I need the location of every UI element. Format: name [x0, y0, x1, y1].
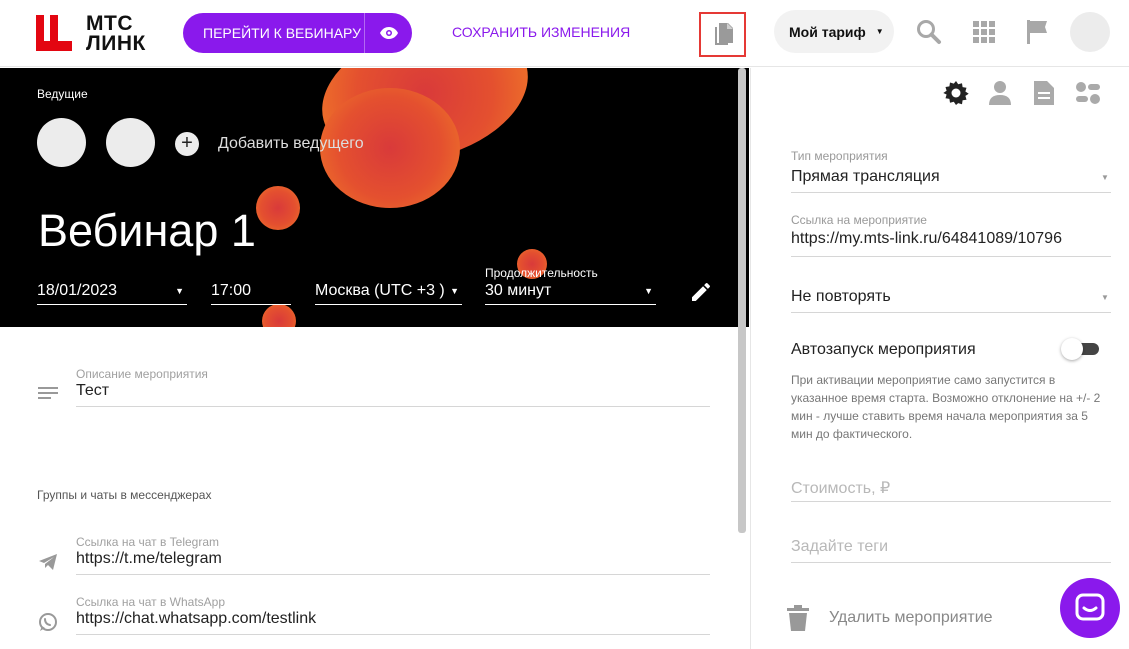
messengers-section-title: Группы и чаты в мессенджерах: [37, 488, 212, 502]
logo-mark: [36, 15, 72, 51]
autostart-hint: При активации мероприятие само запуститс…: [791, 373, 1101, 441]
whatsapp-underline: [76, 634, 710, 635]
telegram-underline: [76, 574, 710, 575]
price-input[interactable]: Стоимость, ₽: [791, 478, 890, 498]
flag-icon: [1027, 20, 1047, 44]
chat-icon: [1075, 593, 1105, 621]
lines-icon: [38, 387, 58, 399]
repeat-underline: [791, 312, 1111, 313]
edit-pencil-icon[interactable]: [689, 280, 713, 304]
duration-select[interactable]: 30 минут ▼: [485, 278, 656, 305]
chevron-down-icon: ▼: [644, 286, 653, 296]
delete-event-button[interactable]: Удалить мероприятие: [787, 605, 993, 631]
plus-icon: +: [175, 132, 199, 156]
go-to-webinar-label: ПЕРЕЙТИ К ВЕБИНАРУ: [203, 25, 361, 41]
description-underline: [76, 406, 710, 407]
timezone-select[interactable]: Москва (UTC +3 ) ▼: [315, 278, 462, 305]
event-link-label: Ссылка на мероприятие: [791, 213, 927, 227]
copy-icon: [714, 22, 733, 45]
telegram-input[interactable]: https://t.me/telegram: [76, 550, 222, 568]
add-host-label: Добавить ведущего: [218, 135, 364, 152]
user-avatar[interactable]: [1070, 12, 1110, 52]
description-input[interactable]: Тест: [76, 382, 109, 400]
left-scrollbar[interactable]: [738, 68, 746, 533]
search-button[interactable]: [915, 18, 943, 46]
whatsapp-label: Ссылка на чат в WhatsApp: [76, 595, 226, 609]
duration-value: 30 минут: [485, 282, 552, 299]
search-icon: [917, 20, 941, 44]
support-chat-button[interactable]: [1060, 578, 1120, 638]
flag-button[interactable]: [1024, 18, 1052, 46]
autostart-toggle[interactable]: [1061, 338, 1101, 360]
event-link-underline: [791, 256, 1111, 257]
autostart-label: Автозапуск мероприятия: [791, 341, 976, 358]
settings-list-icon: [1076, 82, 1100, 104]
date-field[interactable]: 18/01/2023 ▼: [37, 278, 187, 305]
tariff-dropdown[interactable]: Мой тариф ▼: [774, 10, 894, 53]
eye-icon: [379, 27, 398, 39]
save-changes-link[interactable]: СОХРАНИТЬ ИЗМЕНЕНИЯ: [452, 24, 630, 40]
add-host-button[interactable]: + Добавить ведущего: [175, 132, 364, 156]
chevron-down-icon: ▼: [1101, 293, 1109, 302]
delete-event-label: Удалить мероприятие: [829, 609, 993, 626]
logo-line2: ЛИНК: [86, 32, 146, 55]
event-settings-panel: Тип мероприятия Прямая трансляция ▼ Ссыл…: [750, 68, 1129, 649]
preview-button[interactable]: [364, 13, 412, 53]
time-field[interactable]: 17:00: [211, 278, 291, 305]
event-hero-banner: Ведущие + Добавить ведущего Вебинар 1 18…: [0, 68, 749, 327]
apps-button[interactable]: [970, 18, 998, 46]
decorative-blob: [256, 186, 300, 230]
hosts-label: Ведущие: [37, 87, 88, 101]
price-underline: [791, 501, 1111, 502]
event-type-label: Тип мероприятия: [791, 149, 888, 163]
tab-documents[interactable]: [1031, 80, 1057, 106]
chevron-down-icon: ▼: [875, 27, 884, 36]
person-icon: [989, 81, 1011, 105]
repeat-select[interactable]: Не повторять: [791, 288, 891, 306]
host-avatar[interactable]: [106, 118, 155, 167]
time-value: 17:00: [211, 282, 252, 299]
document-icon: [1034, 81, 1054, 105]
event-link-field[interactable]: https://my.mts-link.ru/64841089/10796: [791, 230, 1112, 248]
telegram-icon: [39, 554, 57, 570]
mts-link-logo[interactable]: МТС ЛИНК: [34, 12, 164, 55]
tags-underline: [791, 562, 1111, 563]
apps-grid-icon: [973, 21, 995, 43]
event-title[interactable]: Вебинар 1: [38, 205, 256, 257]
host-avatar[interactable]: [37, 118, 86, 167]
toggle-knob: [1061, 338, 1083, 360]
go-to-webinar-button[interactable]: ПЕРЕЙТИ К ВЕБИНАРУ: [183, 13, 412, 53]
chevron-down-icon: ▼: [450, 286, 459, 296]
tab-settings[interactable]: [943, 80, 969, 106]
tab-options[interactable]: [1075, 80, 1101, 106]
chevron-down-icon: ▼: [175, 286, 184, 296]
event-type-select[interactable]: Прямая трансляция: [791, 168, 940, 186]
trash-icon: [787, 605, 809, 631]
event-type-underline: [791, 192, 1111, 193]
top-header: МТС ЛИНК ПЕРЕЙТИ К ВЕБИНАРУ СОХРАНИТЬ ИЗ…: [0, 0, 1129, 67]
whatsapp-icon: [39, 613, 57, 631]
telegram-label: Ссылка на чат в Telegram: [76, 535, 220, 549]
copy-button[interactable]: [699, 12, 746, 57]
logo-text: МТС ЛИНК: [86, 12, 146, 55]
whatsapp-input[interactable]: https://chat.whatsapp.com/testlink: [76, 610, 316, 628]
gear-icon: [943, 81, 969, 105]
timezone-value: Москва (UTC +3 ): [315, 282, 445, 299]
description-label: Описание мероприятия: [76, 367, 208, 381]
chevron-down-icon: ▼: [1101, 173, 1109, 182]
tab-participants[interactable]: [987, 80, 1013, 106]
tags-input[interactable]: Задайте теги: [791, 538, 888, 556]
decorative-blob: [262, 304, 296, 327]
date-value: 18/01/2023: [37, 282, 118, 299]
logo-line1: МТС: [86, 12, 133, 35]
tariff-label: Мой тариф: [789, 23, 866, 40]
